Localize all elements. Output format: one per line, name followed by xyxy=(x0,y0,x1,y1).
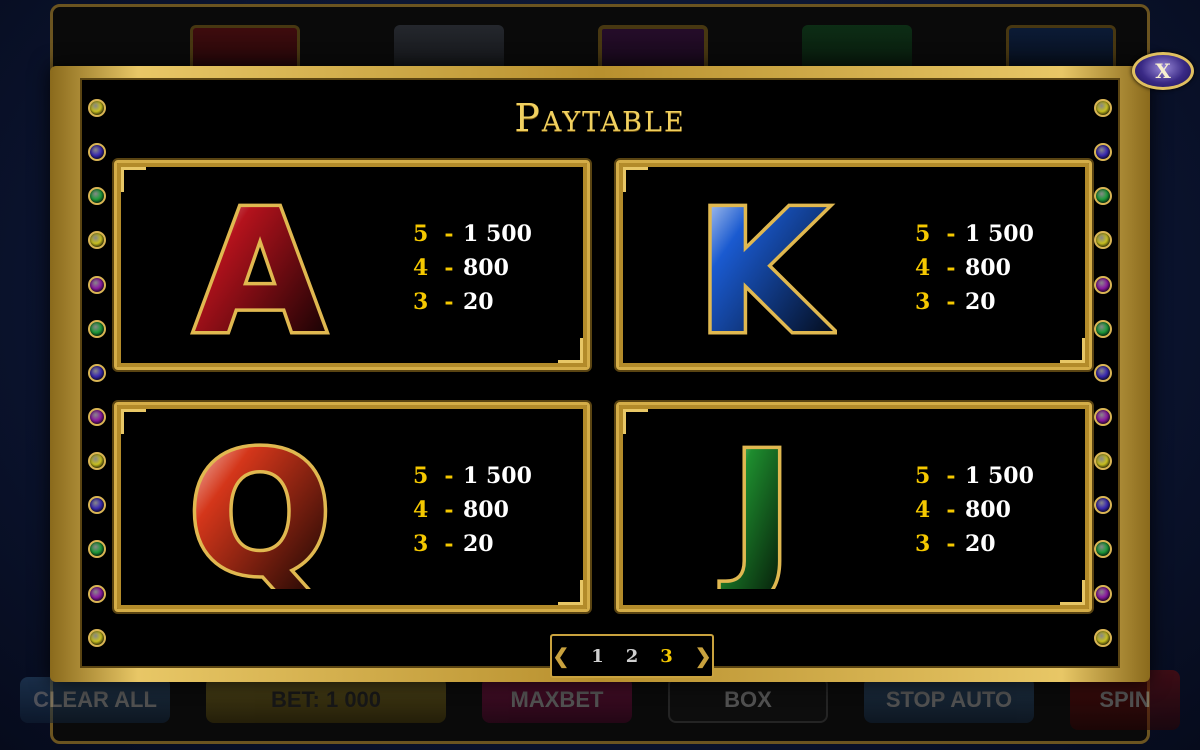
chevron-left-icon[interactable]: ❮ xyxy=(552,644,569,668)
payout-amount: 800 xyxy=(965,497,1011,523)
page-3-button[interactable]: 3 xyxy=(660,646,673,667)
ruby-letter-a-icon: A xyxy=(185,183,335,347)
payout-count: 4 xyxy=(413,497,429,523)
payout-count: 5 xyxy=(413,221,429,247)
clear-all-button[interactable]: CLEAR ALL xyxy=(20,677,170,723)
payout-row: 4-800 xyxy=(915,493,1034,527)
emerald-letter-j-icon: J xyxy=(687,425,837,589)
paytable-panel: Paytable A5-1 500 4-800 3-20 K5-1 500 4-800… xyxy=(80,78,1120,678)
payout-amount: 800 xyxy=(965,255,1011,281)
payout-count: 5 xyxy=(413,463,429,489)
paytable-modal: Paytable A5-1 500 4-800 3-20 K5-1 500 4-800… xyxy=(50,52,1194,682)
payout-list: 5-1 500 4-800 3-20 xyxy=(915,459,1034,561)
payout-separator: - xyxy=(444,463,454,489)
payout-row: 5-1 500 xyxy=(915,459,1034,493)
payout-separator: - xyxy=(946,497,956,523)
payout-row: 3-20 xyxy=(413,285,532,319)
payout-separator: - xyxy=(946,221,956,247)
payout-row: 3-20 xyxy=(915,527,1034,561)
chevron-right-icon[interactable]: ❯ xyxy=(695,644,712,668)
payout-list: 5-1 500 4-800 3-20 xyxy=(915,217,1034,319)
payout-row: 3-20 xyxy=(915,285,1034,319)
payout-count: 3 xyxy=(413,531,429,557)
payout-count: 5 xyxy=(915,221,931,247)
paytable-card: A5-1 500 4-800 3-20 xyxy=(114,160,590,370)
svg-text:J: J xyxy=(720,425,793,589)
payout-amount: 1 500 xyxy=(965,221,1034,247)
garnet-letter-q-icon: Q xyxy=(185,425,335,589)
payout-separator: - xyxy=(946,463,956,489)
paytable-card: Q5-1 500 4-800 3-20 xyxy=(114,402,590,612)
payout-separator: - xyxy=(444,289,454,315)
payout-amount: 800 xyxy=(463,497,509,523)
page-1-button[interactable]: 1 xyxy=(591,646,604,667)
payout-amount: 1 500 xyxy=(965,463,1034,489)
payout-separator: - xyxy=(444,531,454,557)
payout-count: 4 xyxy=(413,255,429,281)
payout-row: 5-1 500 xyxy=(413,217,532,251)
payout-amount: 20 xyxy=(965,289,996,315)
maxbet-button[interactable]: MAXBET xyxy=(482,677,632,723)
payout-amount: 20 xyxy=(463,531,494,557)
payout-separator: - xyxy=(444,255,454,281)
payout-count: 4 xyxy=(915,255,931,281)
bet-control[interactable]: BET: 1 000 xyxy=(206,677,446,723)
payout-amount: 20 xyxy=(463,289,494,315)
payout-separator: - xyxy=(946,531,956,557)
paytable-grid: A5-1 500 4-800 3-20 K5-1 500 4-800 3-20 Q5-1… xyxy=(82,80,1118,666)
close-button[interactable]: X xyxy=(1132,52,1194,90)
payout-separator: - xyxy=(444,221,454,247)
payout-list: 5-1 500 4-800 3-20 xyxy=(413,459,532,561)
payout-amount: 800 xyxy=(463,255,509,281)
payout-row: 5-1 500 xyxy=(915,217,1034,251)
page-2-button[interactable]: 2 xyxy=(626,646,639,667)
payout-separator: - xyxy=(946,289,956,315)
payout-count: 3 xyxy=(915,289,931,315)
payout-row: 4-800 xyxy=(413,251,532,285)
payout-row: 5-1 500 xyxy=(413,459,532,493)
payout-count: 3 xyxy=(915,531,931,557)
payout-separator: - xyxy=(444,497,454,523)
payout-count: 3 xyxy=(413,289,429,315)
payout-amount: 1 500 xyxy=(463,221,532,247)
payout-row: 4-800 xyxy=(915,251,1034,285)
payout-row: 4-800 xyxy=(413,493,532,527)
sapphire-letter-k-icon: K xyxy=(687,183,837,347)
payout-row: 3-20 xyxy=(413,527,532,561)
svg-text:K: K xyxy=(696,183,833,347)
paytable-card: K5-1 500 4-800 3-20 xyxy=(616,160,1092,370)
svg-text:Q: Q xyxy=(188,425,333,589)
stop-auto-button[interactable]: STOP AUTO xyxy=(864,677,1034,723)
pagination: ❮ 1 2 3 ❯ xyxy=(550,634,714,678)
box-button[interactable]: BOX xyxy=(668,677,828,723)
paytable-card: J5-1 500 4-800 3-20 xyxy=(616,402,1092,612)
payout-count: 5 xyxy=(915,463,931,489)
payout-separator: - xyxy=(946,255,956,281)
payout-amount: 1 500 xyxy=(463,463,532,489)
payout-list: 5-1 500 4-800 3-20 xyxy=(413,217,532,319)
payout-amount: 20 xyxy=(965,531,996,557)
payout-count: 4 xyxy=(915,497,931,523)
svg-text:A: A xyxy=(194,183,326,347)
